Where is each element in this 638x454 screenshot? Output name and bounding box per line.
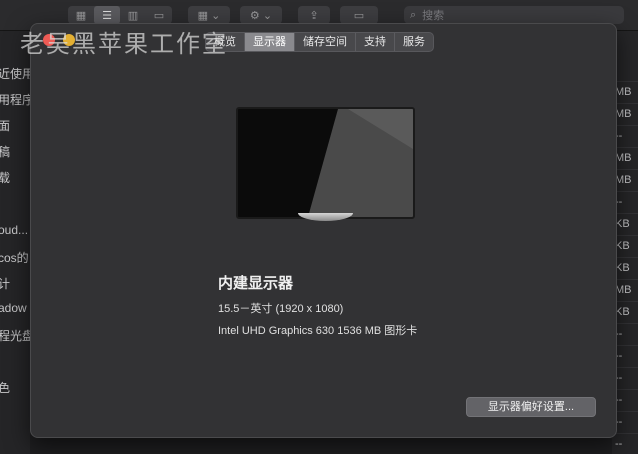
column-view-button[interactable]: ▥ [120,6,146,24]
tab-displays[interactable]: 显示器 [245,33,295,51]
sidebar-item[interactable]: 色 [0,379,10,396]
finder-sidebar: 近使用 用程序 面 稿 载 oud... cos的 计 adow 程光盘 色 [0,31,30,454]
view-mode-group: ▦ ☰ ▥ ▭ [68,6,172,24]
gear-icon: ⚙ ⌄ [249,9,273,22]
tab-bar: 概览 显示器 储存空间 支持 服务 [205,32,434,52]
title-bar: 概览 显示器 储存空间 支持 服务 [31,24,616,54]
display-screen [236,107,415,219]
display-icon [236,107,415,222]
search-input[interactable]: ⌕ 搜索 [404,6,624,24]
graphics-info: Intel UHD Graphics 630 1536 MB 图形卡 [218,325,418,337]
sidebar-item[interactable]: 载 [0,169,10,186]
tab-service[interactable]: 服务 [395,33,433,51]
group-icon: ▦ ⌄ [197,9,221,22]
sidebar-item[interactable]: oud... [0,223,28,237]
sidebar-item[interactable]: adow [0,301,27,315]
share-button[interactable]: ⇪ [298,6,330,24]
share-icon: ⇪ [309,9,319,22]
tab-support[interactable]: 支持 [356,33,395,51]
close-button[interactable] [43,34,55,46]
action-button[interactable]: ⚙ ⌄ [240,6,282,24]
tag-icon: ▭ [353,9,365,22]
sidebar-item[interactable]: 稿 [0,143,10,160]
display-size-resolution: 15.5－英寸 (1920 x 1080) [218,303,344,315]
size-cell: -- [612,433,638,454]
sidebar-item[interactable]: 近使用 [0,65,30,82]
sidebar-item[interactable]: cos的 [0,249,29,266]
sidebar-item[interactable]: 用程序 [0,91,30,108]
tab-overview[interactable]: 概览 [206,33,245,51]
sidebar-item[interactable]: 面 [0,117,10,134]
group-button[interactable]: ▦ ⌄ [188,6,230,24]
minimize-button[interactable] [63,34,75,46]
about-this-mac-window: 概览 显示器 储存空间 支持 服务 内建显示器 15.5－英寸 (1920 x … [30,23,617,438]
sidebar-item[interactable]: 程光盘 [0,327,30,344]
display-name: 内建显示器 [218,275,294,292]
list-view-button[interactable]: ☰ [94,6,120,24]
icon-view-button[interactable]: ▦ [68,6,94,24]
tag-button[interactable]: ▭ [340,6,378,24]
display-preferences-button[interactable]: 显示器偏好设置... [466,397,596,417]
display-reflection-icon [308,109,413,217]
tab-storage[interactable]: 储存空间 [295,33,356,51]
gallery-view-button[interactable]: ▭ [146,6,172,24]
search-icon: ⌕ [410,8,417,21]
display-stand [298,213,353,221]
sidebar-item[interactable]: 计 [0,275,10,292]
search-placeholder: 搜索 [422,10,445,22]
